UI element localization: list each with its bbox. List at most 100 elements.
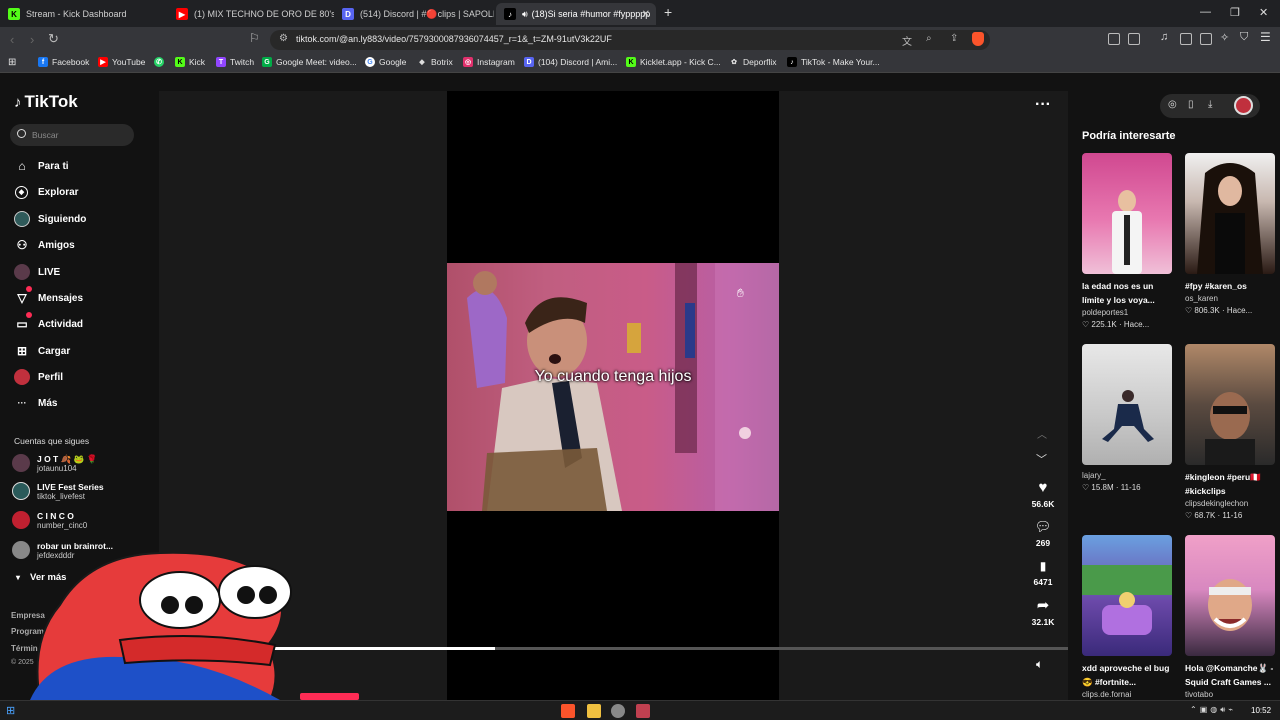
minimize-button[interactable]: —	[1200, 6, 1211, 18]
bookmark-youtube[interactable]: ▶ YouTube	[98, 57, 145, 67]
nav-live[interactable]: LIVE	[14, 262, 60, 282]
bookmark-instagram[interactable]: ◎ Instagram	[463, 57, 515, 67]
bookmark-google[interactable]: G Google	[365, 57, 406, 67]
bookmark-botrix[interactable]: ◆ Botrix	[417, 57, 452, 67]
new-tab-button[interactable]: +	[664, 4, 672, 20]
video-progress-bar[interactable]	[159, 647, 1068, 650]
save-button[interactable]: ▮ 6471	[1028, 557, 1058, 587]
music-icon[interactable]: ♫	[1160, 31, 1168, 43]
nav-siguiendo[interactable]: Siguiendo	[14, 209, 86, 229]
card-thumbnail[interactable]	[1185, 153, 1275, 274]
following-account[interactable]: J O T 🍂 🐸 🌹 jotaunu104	[12, 454, 97, 474]
zoom-icon[interactable]: ⌕	[926, 33, 932, 44]
close-window-button[interactable]: ✕	[1259, 6, 1268, 19]
tab-kick-dashboard[interactable]: K Stream - Kick Dashboard	[0, 3, 168, 25]
nav-actividad[interactable]: ▭ Actividad	[14, 314, 83, 334]
video-surface[interactable]: Yo cuando tenga hijos	[447, 91, 779, 700]
nav-explorar[interactable]: ◆ Explorar	[14, 182, 79, 202]
card-thumbnail-art	[1112, 190, 1142, 274]
reload-icon[interactable]: ↻	[48, 31, 59, 47]
recommendation-card[interactable]: la edad nos es un límite y los voya... p…	[1082, 153, 1172, 331]
forward-icon[interactable]: ›	[30, 32, 34, 47]
tab-tiktok-active[interactable]: ♪ 🔊︎ (18)Si seria #humor #fyppppp ✕	[496, 3, 656, 25]
bookmark-kick[interactable]: K Kick	[175, 57, 205, 67]
system-tray-icons[interactable]: ⌃▣◍🔊︎⌁	[1190, 705, 1236, 715]
card-thumbnail[interactable]	[1082, 344, 1172, 465]
nav-cargar[interactable]: ⊞ Cargar	[14, 341, 70, 361]
bookmark-page-icon[interactable]: ⚐	[249, 31, 260, 45]
share-page-icon[interactable]: ⇪	[950, 33, 958, 44]
card-thumbnail[interactable]	[1185, 535, 1275, 656]
next-video-icon[interactable]: ﹀	[1036, 451, 1047, 467]
following-account[interactable]: C I N C Onumber_cinc0	[12, 511, 87, 531]
compass-icon[interactable]: ◎	[1168, 99, 1177, 110]
nav-mas[interactable]: ··· Más	[14, 393, 58, 413]
bookmark-kicklet[interactable]: K Kicklet.app - Kick C...	[626, 57, 721, 67]
card-thumbnail-art	[1205, 392, 1255, 465]
file-explorer-icon[interactable]	[587, 704, 601, 718]
tab-youtube-mix[interactable]: ▶ (1) MIX TECHNO DE ORO DE 80's &	[168, 3, 334, 25]
previous-video-icon[interactable]: ︿	[1037, 426, 1047, 441]
card-thumbnail[interactable]	[1185, 344, 1275, 465]
bookmark-label: (104) Discord | Ami...	[538, 57, 618, 67]
site-info-icon[interactable]: ⚙	[279, 33, 288, 44]
bookmark-facebook[interactable]: f Facebook	[38, 57, 89, 67]
chrome-taskbar-icon[interactable]	[611, 704, 625, 718]
bookmark-label: Kicklet.app - Kick C...	[640, 57, 721, 67]
like-button[interactable]: ♥ 56.6K	[1028, 479, 1058, 509]
nav-para-ti[interactable]: ⌂ Para ti	[14, 156, 68, 176]
tab-discord[interactable]: D (514) Discord | #🔴clips | SAPOLIC	[334, 3, 494, 25]
tiktok-logo[interactable]: ♪ TikTok	[14, 92, 78, 112]
restore-button[interactable]: ❐	[1230, 6, 1240, 19]
search-input[interactable]	[32, 127, 127, 143]
profile-avatar[interactable]	[1234, 96, 1253, 115]
bookmark-google-meet[interactable]: G Google Meet: video...	[262, 57, 357, 67]
bookmark-twitch[interactable]: T Twitch	[216, 57, 254, 67]
windows-start-icon[interactable]: ⊞	[6, 704, 15, 717]
url-text[interactable]: tiktok.com/@an.ly883/video/7579300087936…	[296, 34, 612, 44]
back-icon[interactable]: ‹	[10, 32, 14, 47]
following-account[interactable]: LIVE Fest Series tiktok_livefest	[12, 482, 104, 502]
close-tab-icon[interactable]: ✕	[642, 9, 650, 20]
wallet-icon[interactable]	[1128, 33, 1140, 45]
recommendation-card[interactable]: #fpy #karen_os os_karen ♡ 806.3K · Hace.…	[1185, 153, 1275, 317]
app-taskbar-icon[interactable]	[636, 704, 650, 718]
download-icon[interactable]: ⤓	[1208, 99, 1212, 110]
volume-icon[interactable]: 🔈︎	[1036, 657, 1043, 672]
bookmark-discord[interactable]: D (104) Discord | Ami...	[524, 57, 617, 67]
nav-perfil[interactable]: Perfil	[14, 367, 63, 387]
os-taskbar: ⊞ ⌃▣◍🔊︎⌁ 10:52	[0, 700, 1280, 720]
recommendation-card[interactable]: #kingleon #peru🇵🇪 #kickclips clipsdeking…	[1185, 344, 1275, 522]
brave-taskbar-icon[interactable]	[561, 704, 575, 718]
device-icon[interactable]: ▯	[1188, 99, 1194, 110]
menu-icon[interactable]: ☰	[1260, 30, 1271, 44]
video-player[interactable]: Yo cuando tenga hijos ✋︎ ··· ︿ ﹀ ♥ 56.6K…	[159, 91, 1068, 700]
bookmark-deporflix[interactable]: ✿ Deporflix	[729, 57, 776, 67]
recommendation-card[interactable]: lajary_ ♡ 15.8M · 11-16	[1082, 344, 1172, 494]
address-bar[interactable]: ⚙ tiktok.com/@an.ly883/video/75793000879…	[270, 30, 990, 50]
nav-mensajes[interactable]: ▽ Mensajes	[14, 288, 83, 308]
bookmark-tiktok[interactable]: ♪ TikTok - Make Your...	[787, 57, 880, 67]
more-options-icon[interactable]: ···	[1035, 96, 1051, 114]
share-button[interactable]: ➦ 32.1K	[1028, 597, 1058, 627]
nav-amigos[interactable]: ⚇ Amigos	[14, 235, 75, 255]
sidebar-toggle-icon[interactable]	[1180, 33, 1192, 45]
recommendation-card[interactable]: Hola @Komanche🐰 - Squid Craft Games ... …	[1185, 535, 1275, 701]
nav-label: Perfil	[38, 371, 64, 383]
search-box[interactable]	[10, 124, 134, 146]
card-user: os_karen	[1185, 294, 1218, 303]
bookmark-whatsapp[interactable]: ✆	[154, 57, 168, 67]
video-frame[interactable]: Yo cuando tenga hijos	[447, 263, 779, 511]
leo-ai-icon[interactable]: ✧	[1220, 31, 1229, 44]
overlay-accent-bar	[300, 693, 359, 700]
card-thumbnail[interactable]	[1082, 153, 1172, 274]
extensions-icon[interactable]	[1108, 33, 1120, 45]
reader-icon[interactable]	[1200, 33, 1212, 45]
translate-icon[interactable]: 文	[902, 33, 912, 48]
brave-shield-icon[interactable]	[972, 32, 984, 46]
recommendation-card[interactable]: xdd aproveche el bug😎 #fortnite... clips…	[1082, 535, 1172, 701]
card-thumbnail[interactable]	[1082, 535, 1172, 656]
vpn-icon[interactable]: ⛉	[1240, 31, 1248, 44]
comment-button[interactable]: 💬︎ 269	[1028, 518, 1058, 548]
apps-grid-icon[interactable]: ⊞	[8, 57, 16, 68]
